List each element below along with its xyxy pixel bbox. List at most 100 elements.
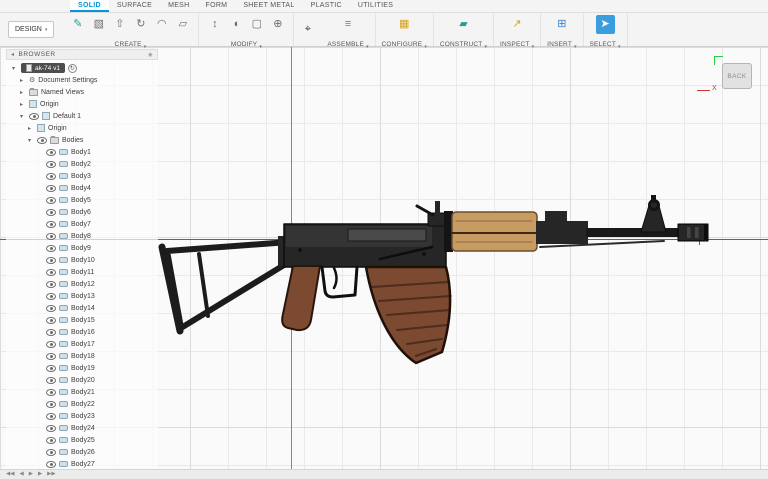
toolbar-group-dropdown[interactable]: MODIFY	[231, 35, 262, 53]
tree-item-body[interactable]: Body24	[6, 422, 158, 434]
visibility-eye-icon[interactable]	[46, 269, 56, 276]
visibility-eye-icon[interactable]	[46, 413, 56, 420]
visibility-eye-icon[interactable]	[46, 197, 56, 204]
extrude-icon[interactable]: ⇧	[110, 15, 129, 34]
tree-item-body[interactable]: Body12	[6, 278, 158, 290]
loft-icon[interactable]: ▱	[173, 15, 192, 34]
tree-item-body[interactable]: Body21	[6, 386, 158, 398]
tree-item-body[interactable]: Body5	[6, 194, 158, 206]
visibility-eye-icon[interactable]	[46, 437, 56, 444]
visibility-eye-icon[interactable]	[46, 173, 56, 180]
tree-item-body[interactable]: Body16	[6, 326, 158, 338]
tab-sheet-metal[interactable]: SHEET METAL	[235, 0, 302, 12]
tree-item-body[interactable]: Body1	[6, 146, 158, 158]
visibility-eye-icon[interactable]	[46, 221, 56, 228]
tree-item-body[interactable]: Body8	[6, 230, 158, 242]
tree-item-body[interactable]: Body25	[6, 434, 158, 446]
select-cursor-icon[interactable]: ➤	[596, 15, 615, 34]
tree-item-document-settings[interactable]: ▸⚙Document Settings	[6, 74, 158, 86]
tree-arrow-icon[interactable]: ▾	[28, 137, 34, 144]
tree-item-body[interactable]: Body18	[6, 350, 158, 362]
visibility-eye-icon[interactable]	[37, 137, 47, 144]
skip-to-start-icon[interactable]: ◀◀	[6, 472, 14, 478]
design-menu-button[interactable]: DESIGN	[8, 21, 54, 38]
tab-solid[interactable]: SOLID	[70, 0, 109, 12]
step-forward-icon[interactable]: ▶	[38, 472, 42, 478]
visibility-eye-icon[interactable]	[46, 233, 56, 240]
tree-item-default-1[interactable]: ▾Default 1	[6, 110, 158, 122]
toolbar-group-dropdown[interactable]: INSERT	[547, 35, 576, 53]
tree-item-body[interactable]: Body6	[6, 206, 158, 218]
tree-item-body[interactable]: Body13	[6, 290, 158, 302]
visibility-eye-icon[interactable]	[46, 317, 56, 324]
tree-item-body[interactable]: Body11	[6, 266, 158, 278]
toolbar-group-dropdown[interactable]: SELECT	[590, 35, 621, 53]
toolbar-group-dropdown[interactable]: CREATE	[115, 35, 147, 53]
press-pull-icon[interactable]: ↕	[205, 15, 224, 34]
visibility-eye-icon[interactable]	[46, 461, 56, 468]
sweep-icon[interactable]: ◠	[152, 15, 171, 34]
toolbar-group-dropdown[interactable]: ASSEMBLE	[327, 35, 368, 53]
tree-item-body[interactable]: Body2	[6, 158, 158, 170]
tree-item-origin[interactable]: ▸Origin	[6, 122, 158, 134]
visibility-eye-icon[interactable]	[46, 389, 56, 396]
toolbar-group-dropdown[interactable]: CONFIGURE	[382, 35, 427, 53]
visibility-eye-icon[interactable]	[46, 185, 56, 192]
tree-item-body[interactable]: Body9	[6, 242, 158, 254]
tree-item-body[interactable]: Body17	[6, 338, 158, 350]
tree-item-named-views[interactable]: ▸Named Views	[6, 86, 158, 98]
play-icon[interactable]: ▶	[29, 472, 33, 478]
shell-icon[interactable]: ▢	[247, 15, 266, 34]
visibility-eye-icon[interactable]	[46, 401, 56, 408]
tab-utilities[interactable]: UTILITIES	[350, 0, 401, 12]
visibility-eye-icon[interactable]	[46, 245, 56, 252]
tree-arrow-icon[interactable]: ▸	[28, 125, 34, 132]
tree-item-body[interactable]: Body3	[6, 170, 158, 182]
visibility-eye-icon[interactable]	[46, 425, 56, 432]
visibility-eye-icon[interactable]	[46, 377, 56, 384]
visibility-eye-icon[interactable]	[46, 449, 56, 456]
tree-item-body[interactable]: Body27	[6, 458, 158, 469]
visibility-eye-icon[interactable]	[46, 329, 56, 336]
tree-item-body[interactable]: Body7	[6, 218, 158, 230]
fillet-icon[interactable]: ◖	[226, 15, 245, 34]
visibility-eye-icon[interactable]	[46, 161, 56, 168]
tree-arrow-icon[interactable]: ▾	[20, 113, 26, 120]
viewcube[interactable]: BACK	[722, 63, 752, 89]
tree-item-body[interactable]: Body15	[6, 314, 158, 326]
measure-icon[interactable]: ↗	[508, 15, 527, 34]
tab-surface[interactable]: SURFACE	[109, 0, 160, 12]
sync-status-icon[interactable]: ↻	[68, 64, 77, 73]
tab-plastic[interactable]: PLASTIC	[303, 0, 350, 12]
panel-options-icon[interactable]: ◉	[148, 52, 153, 58]
tab-form[interactable]: FORM	[198, 0, 236, 12]
tree-item-document[interactable]: ▾ ak-74 v1 ↻	[6, 62, 158, 74]
document-selected-bar[interactable]: ak-74 v1	[21, 63, 65, 73]
visibility-eye-icon[interactable]	[46, 305, 56, 312]
visibility-eye-icon[interactable]	[46, 365, 56, 372]
visibility-eye-icon[interactable]	[46, 209, 56, 216]
visibility-eye-icon[interactable]	[46, 293, 56, 300]
combine-icon[interactable]: ⊕	[268, 15, 287, 34]
construct-plane-icon[interactable]: ▰	[454, 15, 473, 34]
insert-icon[interactable]: ⊞	[552, 15, 571, 34]
visibility-eye-icon[interactable]	[46, 281, 56, 288]
tree-arrow-icon[interactable]: ▾	[12, 65, 18, 72]
configure-icon[interactable]: ▦	[395, 15, 414, 34]
new-sketch-icon[interactable]: ✎	[68, 15, 87, 34]
revolve-icon[interactable]: ↻	[131, 15, 150, 34]
visibility-eye-icon[interactable]	[46, 353, 56, 360]
box-primitive-icon[interactable]: ▧	[89, 15, 108, 34]
tab-mesh[interactable]: MESH	[160, 0, 197, 12]
collapse-panel-icon[interactable]: ◂	[11, 51, 15, 58]
tree-item-origin[interactable]: ▸Origin	[6, 98, 158, 110]
visibility-eye-icon[interactable]	[46, 341, 56, 348]
tree-item-body[interactable]: Body10	[6, 254, 158, 266]
tree-item-body[interactable]: Body26	[6, 446, 158, 458]
visibility-eye-icon[interactable]	[29, 113, 39, 120]
toolbar-group-dropdown[interactable]: CONSTRUCT	[440, 35, 487, 53]
tree-item-body[interactable]: Body20	[6, 374, 158, 386]
tree-item-body[interactable]: Body22	[6, 398, 158, 410]
tree-item-body[interactable]: Body23	[6, 410, 158, 422]
toolbar-group-dropdown[interactable]: INSPECT	[500, 35, 534, 53]
